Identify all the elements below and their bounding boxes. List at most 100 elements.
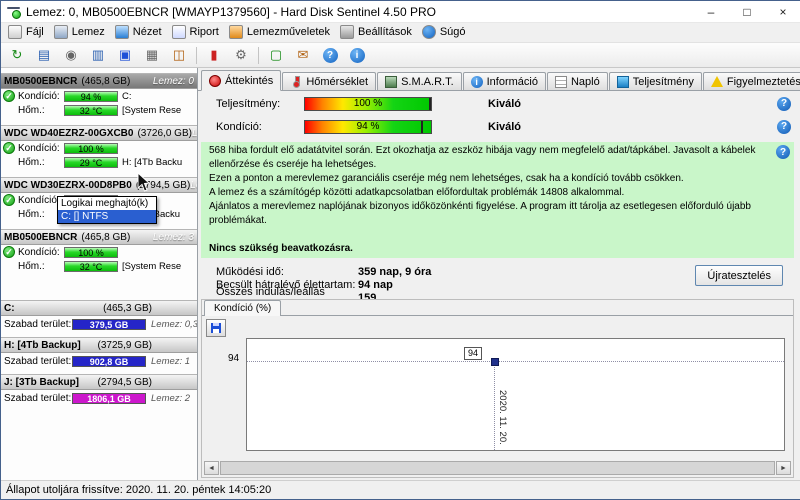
data-point <box>491 358 500 366</box>
view-menu-icon <box>114 25 129 39</box>
mouse-cursor <box>137 171 151 196</box>
minimize-button[interactable]: – <box>693 1 729 22</box>
message-line: Ezen a ponton a merevlemez garanciális c… <box>209 173 684 184</box>
tab-label: Figyelmeztetések <box>726 75 800 88</box>
volume-header[interactable]: H: [4Tb Backup] (3725,9 GB) <box>1 337 197 353</box>
report-icon[interactable]: ▥ <box>85 44 111 67</box>
condition-label: Kondíció: <box>18 142 60 154</box>
volume-header[interactable]: J: [3Tb Backup] (2794,5 GB) <box>1 374 197 390</box>
free-space-value: 902,8 GB <box>89 357 129 367</box>
menu-report[interactable]: Riport <box>168 24 225 41</box>
tab-temperature[interactable]: Hőmérséklet <box>282 72 377 90</box>
temperature-label: Hőm.: <box>18 156 45 168</box>
menu-help[interactable]: Súgó <box>418 24 472 41</box>
volume-name: J: [3Tb Backup] <box>4 376 80 388</box>
volume-entry-j: J: [3Tb Backup] (2794,5 GB) Szabad terül… <box>1 374 197 406</box>
settings-icon[interactable]: ⚙ <box>228 44 254 67</box>
condition-label: Kondíció: <box>18 246 60 258</box>
help-icon[interactable]: ? <box>777 119 791 134</box>
menu-disk[interactable]: Lemez <box>50 24 111 41</box>
disk-header-3[interactable]: MB0500EBNCR (465,8 GB) Lemez: 3 <box>1 229 197 245</box>
temperature-bar: 32 °C <box>64 260 118 272</box>
menu-settings[interactable]: Beállítások <box>336 24 418 41</box>
refresh-icon[interactable]: ↻ <box>4 44 30 67</box>
overview-icon <box>209 74 221 87</box>
disk-operations-menu-icon <box>228 25 243 39</box>
chart-save-button[interactable] <box>206 319 226 337</box>
temperature-bar: 29 °C <box>64 156 118 168</box>
message-line: 568 hiba fordult elő adatátvitel során. … <box>209 145 756 170</box>
title-bar: Lemez: 0, MB0500EBNCR [WMAYP1379560] - H… <box>1 1 800 23</box>
menu-disk-operations[interactable]: Lemezműveletek <box>225 24 336 41</box>
disk-header-1[interactable]: WDC WD40EZRZ-00GXCB0 (3726,0 GB) Lemez: … <box>1 125 197 141</box>
surface-test-icon[interactable]: ◉ <box>58 44 84 67</box>
tab-performance[interactable]: Teljesítmény <box>608 72 702 90</box>
condition-gauge: 94 % <box>304 119 432 134</box>
scroll-left-button[interactable]: ◄ <box>204 461 219 475</box>
monitor-icon[interactable]: ▢ <box>263 44 289 67</box>
disk-name: WDC WD40EZRZ-00GXCB0 <box>4 127 134 139</box>
free-space-label: Szabad terület: <box>4 393 72 404</box>
thermometer-icon <box>290 75 302 88</box>
calendar-icon[interactable]: ◫ <box>166 44 192 67</box>
tab-overview[interactable]: Áttekintés <box>201 70 282 91</box>
temperature-value: 32 °C <box>79 105 103 116</box>
temperature-icon[interactable]: ▮ <box>201 44 227 67</box>
print-icon[interactable]: ▦ <box>139 44 165 67</box>
help-icon[interactable]: ? <box>776 145 790 159</box>
volume-free-row: Szabad terület: 1806,1 GB Lemez: 2 <box>1 390 197 406</box>
temperature-value: 32 °C <box>79 261 103 272</box>
maximize-button[interactable]: □ <box>729 1 765 22</box>
help-menu-icon <box>421 25 436 39</box>
disk-header-0[interactable]: MB0500EBNCR (465,8 GB) Lemez: 0 <box>1 73 197 89</box>
close-button[interactable]: × <box>765 1 800 22</box>
tab-information[interactable]: i Információ <box>462 72 546 90</box>
volume-free-row: Szabad terület: 379,5 GB Lemez: 0,3 <box>1 316 197 332</box>
help-icon[interactable]: ? <box>317 44 343 67</box>
menu-view[interactable]: Nézet <box>111 24 168 41</box>
app-window: Lemez: 0, MB0500EBNCR [WMAYP1379560] - H… <box>0 0 800 500</box>
disk-list-sidebar: MB0500EBNCR (465,8 GB) Lemez: 0 ✓ Kondíc… <box>1 68 198 481</box>
disk-number: Lemez: 2 <box>190 179 197 191</box>
tab-label: Információ <box>486 75 538 88</box>
disk-volume-note: [System Rese <box>122 104 182 116</box>
disk-volume-note: C: <box>122 90 132 102</box>
message-line: A lemez és a számítógép közötti adatkapc… <box>209 187 625 198</box>
point-value-label: 94 <box>464 347 483 360</box>
help-icon[interactable]: ? <box>777 96 791 111</box>
volume-header[interactable]: C: (465,3 GB) <box>1 300 197 316</box>
chart-tab-condition[interactable]: Kondíció (%) <box>204 300 282 316</box>
tab-log[interactable]: Napló <box>546 72 608 90</box>
performance-rating: Kiváló <box>488 97 522 110</box>
settings-menu-icon <box>340 25 355 39</box>
tab-alerts[interactable]: Figyelmeztetések <box>702 72 800 90</box>
health-message-box: 568 hiba fordult elő adatátvitel során. … <box>201 142 794 258</box>
scrollbar-thumb[interactable] <box>220 461 775 475</box>
condition-rating: Kiváló <box>488 120 522 133</box>
tooltip-drive-item[interactable]: C: [] NTFS <box>58 210 156 223</box>
disk-size: (465,8 GB) <box>81 75 131 87</box>
info-icon[interactable]: i <box>344 44 370 67</box>
retest-button[interactable]: Újratesztelés <box>695 265 783 286</box>
toolbar-separator <box>258 46 259 64</box>
stat-label: Működési idő: <box>216 265 284 278</box>
ok-icon: ✓ <box>3 246 15 258</box>
free-space-bar: 902,8 GB <box>72 356 146 367</box>
mail-icon[interactable]: ✉ <box>290 44 316 67</box>
tab-bar: Áttekintés Hőmérséklet S.M.A.R.T. i Infor… <box>198 68 800 91</box>
disk-condition-row: ✓ Kondíció: 100 % <box>1 141 197 155</box>
smart-icon <box>385 75 398 88</box>
tab-smart[interactable]: S.M.A.R.T. <box>377 72 462 90</box>
disk-header-2[interactable]: WDC WD30EZRX-00D8PB0 (2794,5 GB) Lemez: … <box>1 177 197 193</box>
volume-size: (3725,9 GB) <box>97 339 152 351</box>
save-icon[interactable]: ▣ <box>112 44 138 67</box>
temperature-value: 29 °C <box>79 157 103 168</box>
condition-value: 94 % <box>80 91 102 102</box>
disk-number: Lemez: 1 <box>191 127 197 139</box>
menu-file[interactable]: Fájl <box>4 24 50 41</box>
disk-info-icon[interactable]: ▤ <box>31 44 57 67</box>
tab-label: Áttekintés <box>225 74 274 87</box>
scroll-right-button[interactable]: ► <box>776 461 791 475</box>
report-menu-icon <box>171 25 186 39</box>
condition-value: 100 % <box>78 143 104 154</box>
